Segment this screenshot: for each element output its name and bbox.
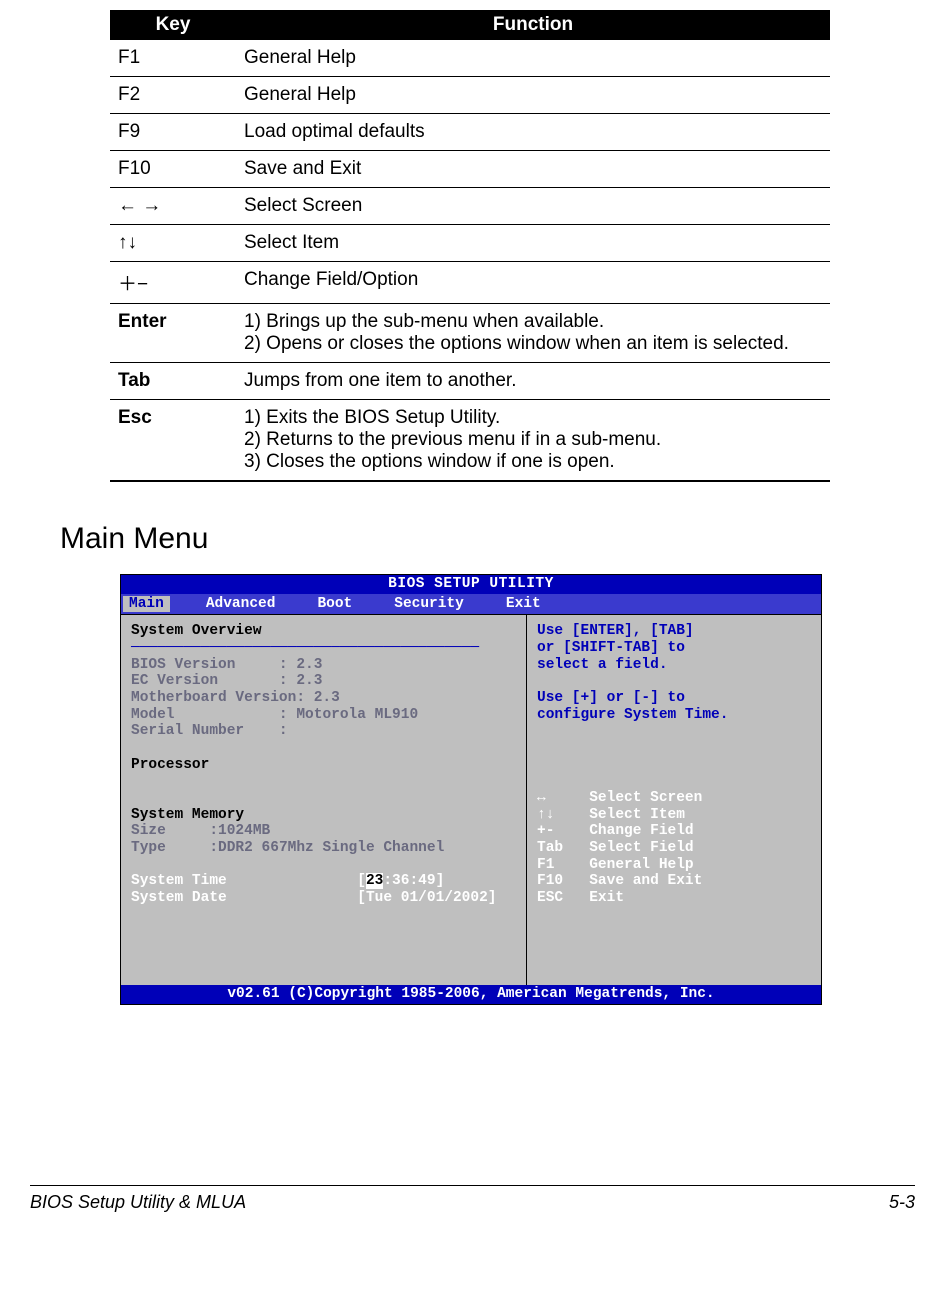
- bios-footer: v02.61 (C)Copyright 1985-2006, American …: [121, 985, 821, 1004]
- mb-version-label: Motherboard Version:: [131, 690, 305, 706]
- table-row: F1General Help: [110, 40, 830, 77]
- function-cell: General Help: [236, 40, 830, 77]
- key-cell: ← →: [110, 188, 236, 225]
- serial-label: Serial Number: [131, 723, 244, 739]
- system-overview-label: System Overview: [131, 623, 262, 639]
- function-cell: Change Field/Option: [236, 262, 830, 304]
- model-label: Model: [131, 707, 175, 723]
- bios-screenshot: BIOS SETUP UTILITY Main Advanced Boot Secur…: [120, 574, 822, 1005]
- table-row: TabJumps from one item to another.: [110, 363, 830, 400]
- system-time-label: System Time: [131, 873, 227, 889]
- help-line-3: select a field.: [537, 657, 668, 673]
- mem-size-label: Size: [131, 823, 166, 839]
- bios-tab-security: Security: [388, 596, 470, 613]
- bios-left-pane: System Overview ────────────────────────…: [121, 615, 527, 985]
- function-cell: General Help: [236, 77, 830, 114]
- divider-line: ────────────────────────────────────────: [131, 640, 479, 656]
- function-cell: Jumps from one item to another.: [236, 363, 830, 400]
- function-cell: 1) Exits the BIOS Setup Utility. 2) Retu…: [236, 400, 830, 482]
- bios-tab-exit: Exit: [500, 596, 547, 613]
- key-cell: Enter: [110, 304, 236, 363]
- help-line-5: configure System Time.: [537, 707, 728, 723]
- help-line-1: Use [ENTER], [TAB]: [537, 623, 694, 639]
- table-row: F10Save and Exit: [110, 151, 830, 188]
- bios-tab-advanced: Advanced: [200, 596, 282, 613]
- system-date-label: System Date: [131, 890, 227, 906]
- table-header-key: Key: [110, 10, 236, 40]
- table-row: F2General Help: [110, 77, 830, 114]
- key-cell: F10: [110, 151, 236, 188]
- bios-version-label: BIOS Version: [131, 657, 235, 673]
- function-cell: Save and Exit: [236, 151, 830, 188]
- bios-title: BIOS SETUP UTILITY: [121, 575, 821, 594]
- ec-version-label: EC Version: [131, 673, 218, 689]
- key-cell: Tab: [110, 363, 236, 400]
- key-function-table: Key Function F1General HelpF2General Hel…: [110, 10, 830, 482]
- function-cell: Select Screen: [236, 188, 830, 225]
- footer-right: 5-3: [889, 1192, 915, 1213]
- model-value: Motorola ML910: [296, 707, 418, 723]
- key-cell: ＋−: [110, 262, 236, 304]
- bios-tab-main: Main: [123, 596, 170, 613]
- key-cell: Esc: [110, 400, 236, 482]
- mem-type-value: DDR2 667Mhz Single Channel: [218, 840, 444, 856]
- footer-left: BIOS Setup Utility & MLUA: [30, 1192, 246, 1213]
- system-memory-label: System Memory: [131, 807, 244, 823]
- key-cell: F9: [110, 114, 236, 151]
- mem-size-value: 1024MB: [218, 823, 270, 839]
- bios-tab-boot: Boot: [311, 596, 358, 613]
- table-row: ＋−Change Field/Option: [110, 262, 830, 304]
- system-time-rest: :36:49]: [383, 873, 444, 889]
- table-row: ↑↓Select Item: [110, 225, 830, 262]
- table-row: F9Load optimal defaults: [110, 114, 830, 151]
- system-date-value: [Tue 01/01/2002]: [357, 890, 496, 906]
- bios-help-pane: Use [ENTER], [TAB] or [SHIFT-TAB] to sel…: [527, 615, 821, 985]
- ec-version-value: 2.3: [296, 673, 322, 689]
- main-menu-heading: Main Menu: [60, 522, 915, 556]
- key-cell: ↑↓: [110, 225, 236, 262]
- table-row: Esc1) Exits the BIOS Setup Utility. 2) R…: [110, 400, 830, 482]
- table-header-function: Function: [236, 10, 830, 40]
- bios-tab-bar: Main Advanced Boot Security Exit: [121, 594, 821, 615]
- table-row: ← →Select Screen: [110, 188, 830, 225]
- processor-label: Processor: [131, 757, 209, 773]
- key-cell: F2: [110, 77, 236, 114]
- function-cell: 1) Brings up the sub-menu when available…: [236, 304, 830, 363]
- help-line-4: Use [+] or [-] to: [537, 690, 685, 706]
- help-line-2: or [SHIFT-TAB] to: [537, 640, 685, 656]
- function-cell: Load optimal defaults: [236, 114, 830, 151]
- mem-type-label: Type: [131, 840, 166, 856]
- system-time-hours: 23: [366, 873, 383, 889]
- key-cell: F1: [110, 40, 236, 77]
- mb-version-value: 2.3: [314, 690, 340, 706]
- bios-version-value: 2.3: [296, 657, 322, 673]
- page-footer: BIOS Setup Utility & MLUA 5-3: [30, 1185, 915, 1213]
- table-row: Enter1) Brings up the sub-menu when avai…: [110, 304, 830, 363]
- function-cell: Select Item: [236, 225, 830, 262]
